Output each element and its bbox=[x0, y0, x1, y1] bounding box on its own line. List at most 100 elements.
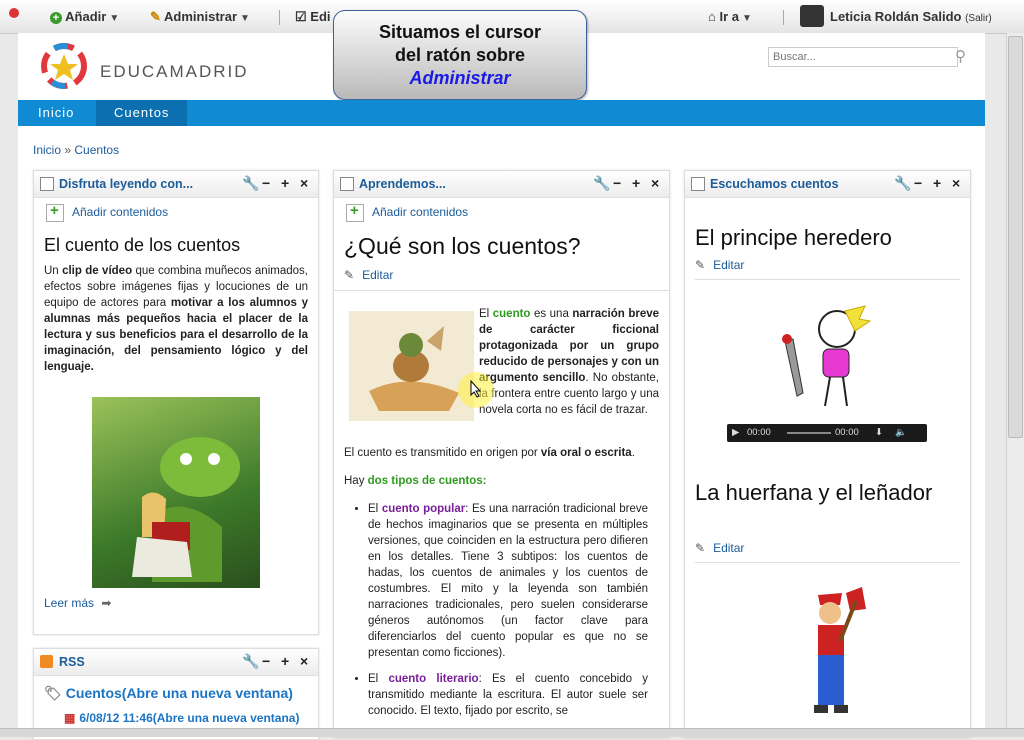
paragraph-types: Hay dos tipos de cuentos: bbox=[344, 475, 487, 487]
minimize-icon[interactable]: − bbox=[262, 175, 270, 191]
text-segment: El bbox=[368, 503, 379, 515]
tag-icon: 🏷 bbox=[44, 685, 62, 701]
term-literario: cuento literario bbox=[388, 673, 479, 685]
wrench-icon[interactable]: 🔧 bbox=[242, 653, 259, 670]
goto-menu[interactable]: ⌂ Ir a ▼ bbox=[708, 9, 752, 24]
add-content-link[interactable]: Añadir contenidos bbox=[346, 202, 469, 222]
portlet-rss: RSS 🔧 − + × 🏷 Cuentos(Abre una nueva vent… bbox=[33, 648, 319, 740]
progress-track[interactable] bbox=[787, 432, 831, 434]
edit-controls-label: Edi bbox=[310, 9, 331, 24]
divider bbox=[334, 290, 669, 291]
minimize-icon[interactable]: − bbox=[914, 175, 922, 191]
add-icon: + bbox=[50, 11, 62, 24]
portlet-header: RSS 🔧 − + × bbox=[34, 649, 318, 676]
rss-item-link[interactable]: ▦ 6/08/12 11:46(Abre una nueva ventana) bbox=[64, 711, 299, 725]
volume-icon[interactable]: 🔈 bbox=[895, 427, 907, 438]
edit-link[interactable]: ✎ Editar bbox=[344, 268, 393, 282]
portlet-title[interactable]: Disfruta leyendo con... bbox=[59, 177, 193, 191]
pin-icon[interactable] bbox=[9, 8, 19, 18]
add-content-icon bbox=[46, 202, 64, 222]
story-illustration bbox=[349, 311, 474, 421]
portlet-icon bbox=[40, 177, 54, 191]
text-segment: Un bbox=[44, 265, 59, 277]
edit-label: Editar bbox=[713, 541, 745, 555]
manage-menu[interactable]: ✎ Administrar ▼ bbox=[150, 9, 250, 25]
current-time: 00:00 bbox=[747, 427, 771, 438]
portlet-aprendemos: Aprendemos... 🔧 − + × Añadir contenidos … bbox=[333, 170, 670, 738]
portlet-escuchamos: Escuchamos cuentos 🔧 − + × El principe h… bbox=[684, 170, 971, 738]
minimize-icon[interactable]: − bbox=[613, 175, 621, 191]
wrench-icon[interactable]: 🔧 bbox=[894, 175, 911, 192]
add-menu[interactable]: + Añadir ▼ bbox=[50, 9, 119, 24]
maximize-icon[interactable]: + bbox=[281, 175, 289, 191]
story-heading-1: El principe heredero bbox=[695, 225, 892, 250]
main-navigation: Inicio Cuentos bbox=[18, 100, 985, 126]
nav-item-cuentos[interactable]: Cuentos bbox=[96, 100, 188, 126]
search-input[interactable] bbox=[768, 47, 958, 67]
minimize-icon[interactable]: − bbox=[262, 653, 270, 669]
rss-feed-link[interactable]: 🏷 Cuentos(Abre una nueva ventana) bbox=[44, 685, 293, 702]
close-icon[interactable]: × bbox=[300, 175, 308, 191]
logo-text: EDUCAMADRID bbox=[100, 62, 249, 81]
text-segment-bold: clip de vídeo bbox=[62, 265, 133, 277]
search-icon[interactable]: ⚲ bbox=[955, 47, 966, 65]
breadcrumb-item-inicio[interactable]: Inicio bbox=[33, 143, 61, 157]
edit-link[interactable]: ✎ Editar bbox=[695, 541, 744, 555]
portlet-header: Escuchamos cuentos 🔧 − + × bbox=[685, 171, 970, 198]
rss-icon bbox=[40, 655, 53, 668]
text-segment-green: dos tipos de cuentos: bbox=[367, 475, 487, 487]
read-more-label: Leer más bbox=[44, 596, 95, 610]
add-content-link[interactable]: Añadir contenidos bbox=[46, 202, 169, 222]
portlet-header: Disfruta leyendo con... 🔧 − + × bbox=[34, 171, 318, 198]
pencil-icon: ✎ bbox=[150, 9, 161, 24]
breadcrumb: Inicio » Cuentos bbox=[33, 143, 119, 157]
goto-label: Ir a bbox=[719, 9, 739, 24]
prince-illustration bbox=[775, 301, 880, 411]
arrow-right-icon: ➡ bbox=[101, 596, 112, 610]
maximize-icon[interactable]: + bbox=[933, 175, 941, 191]
term-popular: cuento popular bbox=[381, 503, 466, 515]
read-more-link[interactable]: Leer más ➡ bbox=[44, 596, 111, 610]
portlet-icon bbox=[340, 177, 354, 191]
add-content-label: Añadir contenidos bbox=[372, 205, 469, 220]
maximize-icon[interactable]: + bbox=[281, 653, 289, 669]
portlet-icon bbox=[691, 177, 705, 191]
edit-label: Editar bbox=[362, 268, 394, 282]
portlet-title[interactable]: Escuchamos cuentos bbox=[710, 177, 839, 191]
wrench-icon[interactable]: 🔧 bbox=[593, 175, 610, 192]
breadcrumb-item-cuentos[interactable]: Cuentos bbox=[74, 143, 119, 157]
lumberjack-illustration bbox=[800, 583, 880, 728]
edit-controls-toggle[interactable]: ☑ Edi bbox=[295, 9, 331, 25]
chevron-down-icon: ▼ bbox=[109, 13, 120, 24]
manage-label: Administrar bbox=[164, 9, 238, 24]
portlet-title[interactable]: Aprendemos... bbox=[359, 177, 446, 191]
types-list: El cuento popular: Es una narración trad… bbox=[352, 501, 648, 729]
close-icon[interactable]: × bbox=[952, 175, 960, 191]
story-heading-2: La huerfana y el leñador bbox=[695, 480, 933, 505]
logout-link[interactable]: (Salir) bbox=[965, 13, 992, 24]
close-icon[interactable]: × bbox=[300, 653, 308, 669]
maximize-icon[interactable]: + bbox=[632, 175, 640, 191]
nav-item-inicio[interactable]: Inicio bbox=[38, 100, 74, 126]
portlet-header: Aprendemos... 🔧 − + × bbox=[334, 171, 669, 198]
divider bbox=[695, 279, 960, 280]
paragraph-definition: El cuento es una narración breve de cará… bbox=[479, 306, 659, 418]
user-menu[interactable]: Leticia Roldán Salido (Salir) bbox=[830, 9, 992, 24]
download-icon[interactable]: ⬇ bbox=[875, 427, 883, 438]
list-item: El cuento literario: Es el cuento conceb… bbox=[368, 671, 648, 719]
calendar-icon: ▦ bbox=[64, 711, 76, 725]
play-icon[interactable]: ▶ bbox=[732, 427, 739, 438]
add-content-label: Añadir contenidos bbox=[72, 205, 169, 220]
close-icon[interactable]: × bbox=[651, 175, 659, 191]
avatar[interactable] bbox=[800, 5, 824, 27]
edit-label: Editar bbox=[713, 258, 745, 272]
text-segment: El bbox=[368, 673, 379, 685]
add-content-icon bbox=[346, 202, 364, 222]
text-segment: : Es una narración tradicional breve de … bbox=[368, 503, 649, 659]
scrollbar-thumb[interactable] bbox=[1008, 36, 1023, 438]
edit-link[interactable]: ✎ Editar bbox=[695, 258, 744, 272]
wrench-icon[interactable]: 🔧 bbox=[242, 175, 259, 192]
audio-player[interactable]: ▶ 00:00 00:00 ⬇ 🔈 bbox=[727, 424, 927, 442]
logo-icon[interactable] bbox=[38, 42, 90, 90]
portlet-title[interactable]: RSS bbox=[59, 655, 85, 669]
